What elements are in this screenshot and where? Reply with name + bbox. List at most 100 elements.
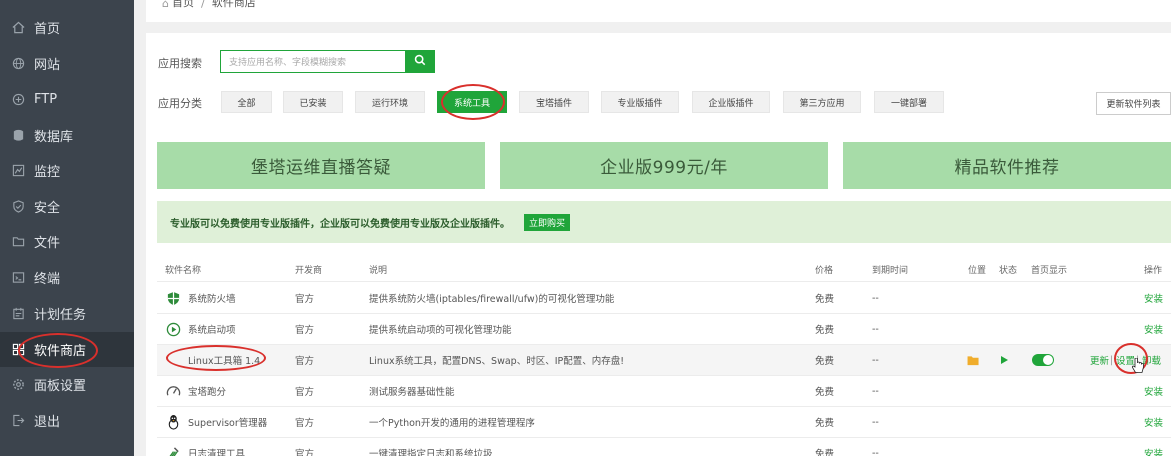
sidebar-item-tasks[interactable]: 计划任务 [0, 296, 134, 331]
pointer-cursor-icon [1131, 357, 1145, 377]
open-folder-icon[interactable] [967, 345, 980, 375]
sidebar-item-label: 面板设置 [34, 379, 87, 394]
app-description: 一个Python开发的通用的进程管理程序 [369, 418, 535, 429]
sidebar-item-ftp[interactable]: FTP [0, 82, 134, 117]
col-homepage: 首页显示 [1031, 266, 1068, 276]
install-button[interactable]: 安装 [1144, 314, 1163, 344]
app-price: 免费 [815, 449, 835, 456]
app-developer: 官方 [295, 418, 315, 429]
category-system-tools[interactable]: 系统工具 [437, 91, 507, 113]
table-header: 软件名称 开发商 说明 价格 到期时间 位置 状态 首页显示 操作 [157, 258, 1171, 282]
sidebar-item-label: 监控 [34, 165, 61, 180]
category-all[interactable]: 全部 [221, 91, 272, 113]
terminal-icon [11, 271, 25, 285]
install-button[interactable]: 安装 [1144, 376, 1163, 406]
globe-icon [11, 57, 25, 71]
app-price: 免费 [815, 356, 835, 367]
table-row: 系统启动项 官方 提供系统启动项的可视化管理功能 免费 -- 安装 [157, 314, 1171, 345]
ftp-icon [11, 93, 25, 107]
notice-text: 专业版可以免费使用专业版插件，企业版可以免费使用专业版及企业版插件。 [170, 218, 510, 230]
category-one-click-deploy[interactable]: 一键部署 [874, 91, 944, 113]
app-price: 免费 [815, 294, 835, 305]
search-label: 应用搜索 [158, 57, 202, 70]
app-price: 免费 [815, 418, 835, 429]
app-expire: -- [872, 385, 879, 397]
database-icon [11, 129, 25, 143]
app-expire: -- [872, 323, 879, 335]
category-bt-plugins[interactable]: 宝塔插件 [519, 91, 589, 113]
startup-icon [166, 322, 181, 337]
table-row: Linux工具箱 1.4 官方 Linux系统工具，配置DNS、Swap、时区、… [157, 345, 1171, 376]
app-description: 提供系统防火墙(iptables/firewall/ufw)的可视化管理功能 [369, 294, 615, 305]
category-third-party[interactable]: 第三方应用 [783, 91, 861, 113]
breadcrumb-current: 软件商店 [211, 0, 256, 9]
app-expire: -- [872, 447, 879, 456]
app-expire: -- [872, 292, 879, 304]
category-installed[interactable]: 已安装 [283, 91, 343, 113]
sidebar-item-label: 数据库 [34, 130, 74, 145]
app-expire: -- [872, 416, 879, 428]
sidebar-item-database[interactable]: 数据库 [0, 118, 134, 153]
col-location: 位置 [968, 266, 987, 276]
search-input[interactable]: 支持应用名称、字段模糊搜索 [220, 50, 406, 73]
task-icon [11, 307, 25, 321]
gear-icon [11, 378, 25, 392]
app-developer: 官方 [295, 325, 315, 336]
running-status-icon[interactable] [1000, 345, 1009, 375]
sidebar-item-logout[interactable]: 退出 [0, 403, 134, 438]
app-description: 测试服务器基础性能 [369, 387, 455, 398]
breadcrumb-separator: / [200, 0, 205, 10]
category-enterprise-plugins[interactable]: 企业版插件 [692, 91, 770, 113]
grid-icon [11, 343, 25, 357]
log-clean-icon [166, 446, 181, 456]
search-button[interactable] [405, 50, 435, 73]
install-button[interactable]: 安装 [1144, 438, 1163, 456]
home-icon[interactable]: ⌂ [162, 0, 169, 10]
col-expire: 到期时间 [872, 266, 909, 276]
search-placeholder: 支持应用名称、字段模糊搜索 [229, 57, 347, 67]
install-button[interactable]: 安装 [1144, 407, 1163, 437]
sidebar-item-files[interactable]: 文件 [0, 224, 134, 259]
category-label: 应用分类 [158, 97, 202, 110]
app-description: Linux系统工具，配置DNS、Swap、时区、IP配置、内存盘! [369, 356, 625, 367]
update-software-list-button[interactable]: 更新软件列表 [1096, 92, 1171, 115]
category-runtime[interactable]: 运行环境 [355, 91, 425, 113]
banner-live-qa[interactable]: 堡塔运维直播答疑 [157, 142, 485, 189]
app-name: Linux工具箱 1.4 [188, 356, 261, 367]
sidebar-item-website[interactable]: 网站 [0, 46, 134, 81]
sidebar-item-label: 安全 [34, 201, 61, 216]
sidebar-item-monitor[interactable]: 监控 [0, 153, 134, 188]
banner-enterprise[interactable]: 企业版999元/年 [500, 142, 828, 189]
sidebar-item-home[interactable]: 首页 [0, 10, 134, 45]
sidebar-item-settings[interactable]: 面板设置 [0, 367, 134, 402]
gauge-icon [166, 384, 181, 399]
supervisor-icon [166, 414, 181, 430]
update-button[interactable]: 更新 [1090, 345, 1109, 375]
table-row: 日志清理工具 官方 一键清理指定日志和系统垃圾 免费 -- 安装 [157, 438, 1171, 456]
firewall-icon [166, 291, 181, 306]
sidebar-item-label: 终端 [34, 272, 61, 287]
sidebar-item-app-store[interactable]: 软件商店 [0, 332, 134, 367]
app-price: 免费 [815, 325, 835, 336]
category-pro-plugins[interactable]: 专业版插件 [601, 91, 679, 113]
sidebar-item-security[interactable]: 安全 [0, 189, 134, 224]
install-button[interactable]: 安装 [1144, 283, 1163, 313]
sidebar-item-label: 首页 [34, 22, 61, 37]
sidebar-item-label: FTP [34, 92, 58, 107]
app-name: 系统防火墙 [188, 294, 236, 305]
col-description: 说明 [369, 266, 388, 276]
app-name: 系统启动项 [188, 325, 236, 336]
home-icon [11, 21, 25, 35]
sidebar-item-terminal[interactable]: 终端 [0, 260, 134, 295]
banner-featured[interactable]: 精品软件推荐 [843, 142, 1171, 189]
app-developer: 官方 [295, 294, 315, 305]
homepage-display-toggle[interactable] [1032, 345, 1054, 375]
buy-now-button[interactable]: 立即购买 [524, 213, 571, 231]
col-price: 价格 [815, 266, 834, 276]
sidebar-item-label: 文件 [34, 236, 61, 251]
breadcrumb-home[interactable]: 首页 [172, 0, 194, 10]
search-icon [414, 54, 426, 69]
col-name: 软件名称 [165, 266, 202, 276]
app-expire: -- [872, 354, 879, 366]
sidebar-item-label: 退出 [34, 415, 61, 430]
